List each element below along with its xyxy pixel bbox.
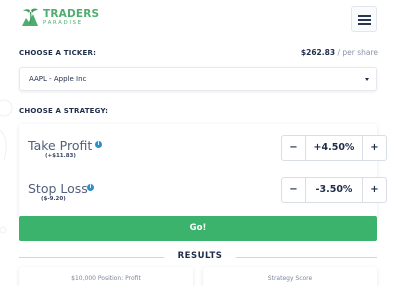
brand-name: TRADERS [43,8,100,20]
stop-loss-label: Stop Loss [28,181,88,196]
take-profit-decrement-button[interactable]: − [282,136,306,160]
info-icon[interactable]: i [87,184,94,191]
hamburger-menu-icon [358,15,371,17]
ticker-section-label: CHOOSE A TICKER: [19,49,97,57]
caret-down-icon [365,78,369,81]
ticker-select-value: AAPL - Apple Inc [29,75,87,83]
info-icon[interactable]: i [95,141,102,148]
stop-loss-decrement-button[interactable]: − [282,178,306,202]
result-card-profit: $10,000 Position: Profit [19,267,193,286]
go-button[interactable]: Go! [19,216,377,241]
top-bar: TRADERS PARADISE [0,0,400,36]
strategy-section-label: CHOOSE A STRATEGY: [19,107,109,115]
take-profit-increment-button[interactable]: + [362,136,386,160]
take-profit-stepper: − +4.50% + [281,135,387,161]
menu-button[interactable] [351,6,377,32]
take-profit-label: Take Profit [28,138,93,153]
ticker-select[interactable]: AAPL - Apple Inc [19,67,377,91]
brand-logo[interactable]: TRADERS PARADISE [19,6,99,30]
price-value: $262.83 [300,48,336,57]
result-card-label: $10,000 Position: Profit [71,275,141,282]
strategy-card: Take Profit i (+$11.83) − +4.50% + Stop … [19,124,387,219]
result-card-label: Strategy Score [267,275,313,282]
result-card-score: Strategy Score [203,267,377,286]
results-title: RESULTS [177,251,223,261]
divider [236,257,377,258]
stop-loss-increment-button[interactable]: + [362,178,386,202]
stop-loss-value[interactable]: -3.50% [306,178,362,202]
take-profit-value[interactable]: +4.50% [306,136,362,160]
stop-loss-amount: ($-9.20) [41,196,66,202]
price-unit: / per share [337,48,378,57]
share-price: $262.83 / per share [301,48,378,57]
take-profit-amount: (+$11.83) [45,153,76,159]
palm-tree-icon [22,8,38,26]
stop-loss-stepper: − -3.50% + [281,177,387,203]
brand-subname: PARADISE [43,19,83,26]
